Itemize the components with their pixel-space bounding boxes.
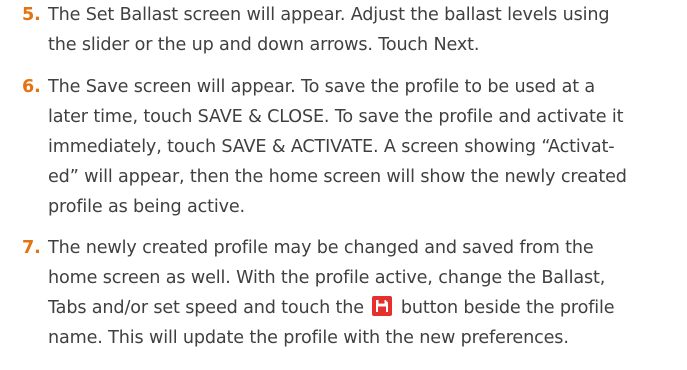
step-text: The Save screen will appear. To save the… xyxy=(48,72,682,222)
save-icon xyxy=(372,296,393,316)
step-line-with-icon: Tabs and/or set speed and touch the butt… xyxy=(48,293,682,323)
step-line: the slider or the up and down arrows. To… xyxy=(48,35,480,55)
instruction-steps: 5. The Set Ballast screen will appear. A… xyxy=(22,0,682,353)
step-number: 5. xyxy=(22,5,41,25)
step-line: profile as being active. xyxy=(48,197,245,217)
step-number: 7. xyxy=(22,238,41,258)
step-number: 6. xyxy=(22,77,41,97)
step-line: immediately, touch SAVE & ACTIVATE. A sc… xyxy=(48,137,615,157)
step-line: ed” will appear, then the home screen wi… xyxy=(48,167,627,187)
step-line: The Set Ballast screen will appear. Adju… xyxy=(48,5,610,25)
step-line: name. This will update the profile with … xyxy=(48,328,569,348)
step-6: 6. The Save screen will appear. To save … xyxy=(22,72,682,222)
step-line-segment: Tabs and/or set speed and touch the xyxy=(48,298,364,318)
step-line: home screen as well. With the profile ac… xyxy=(48,268,606,288)
step-text: The newly created profile may be changed… xyxy=(48,233,682,353)
step-7: 7. The newly created profile may be chan… xyxy=(22,233,682,353)
step-line-segment: button beside the profile xyxy=(400,298,615,318)
step-5: 5. The Set Ballast screen will appear. A… xyxy=(22,0,682,60)
step-line: later time, touch SAVE & CLOSE. To save … xyxy=(48,107,624,127)
step-line: The Save screen will appear. To save the… xyxy=(48,77,596,97)
step-line: The newly created profile may be changed… xyxy=(48,238,594,258)
step-text: The Set Ballast screen will appear. Adju… xyxy=(48,0,682,60)
